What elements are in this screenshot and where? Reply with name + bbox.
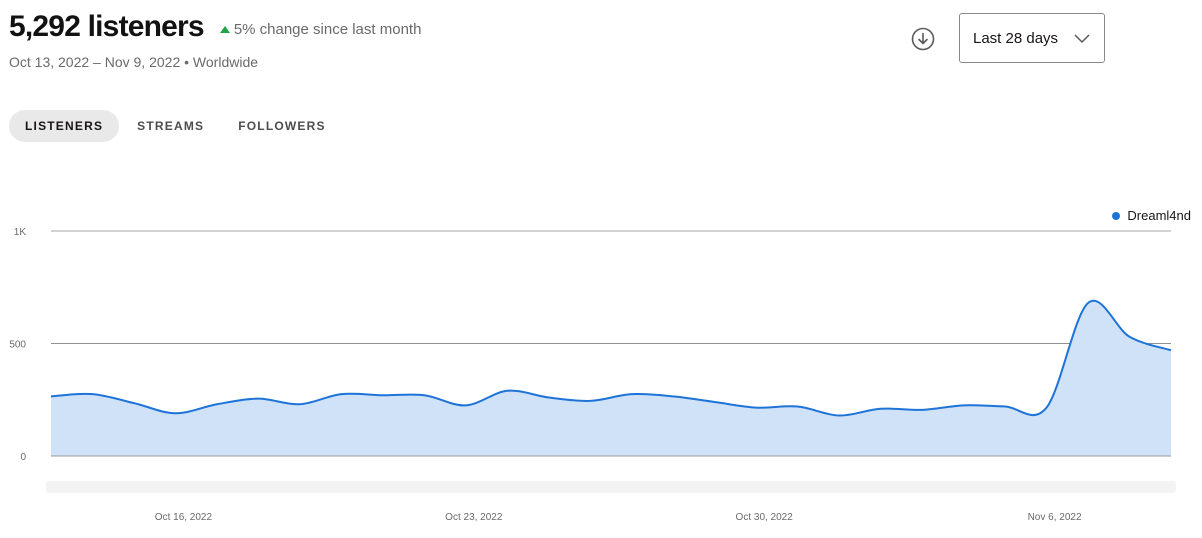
- download-icon: [911, 27, 935, 51]
- date-region-line: Oct 13, 2022 – Nov 9, 2022 • Worldwide: [9, 54, 421, 70]
- date-range: Oct 13, 2022 – Nov 9, 2022: [9, 54, 181, 70]
- x-tick-label: Oct 30, 2022: [736, 512, 794, 523]
- y-tick-label: 0: [20, 452, 26, 463]
- metric-tabs: LISTENERS STREAMS FOLLOWERS: [9, 110, 344, 142]
- tab-listeners[interactable]: LISTENERS: [9, 110, 120, 142]
- listener-count: 5,292 listeners: [9, 10, 205, 43]
- change-indicator: 5% change since last month: [219, 21, 422, 38]
- tab-streams[interactable]: STREAMS: [121, 110, 220, 142]
- x-tick-label: Oct 23, 2022: [445, 512, 503, 523]
- chart-scroll-track: [46, 481, 1176, 493]
- series-line: [50, 299, 1172, 417]
- region: Worldwide: [192, 54, 259, 70]
- date-range-select[interactable]: Last 28 days: [959, 13, 1105, 63]
- y-tick-label: 1K: [14, 227, 27, 238]
- headline: 5,292 listeners 5% change since last mon…: [9, 10, 421, 44]
- date-range-select-label: Last 28 days: [973, 29, 1059, 47]
- download-button[interactable]: [911, 27, 935, 51]
- summary-header: 5,292 listeners 5% change since last mon…: [9, 10, 421, 70]
- tab-followers[interactable]: FOLLOWERS: [222, 110, 341, 142]
- y-tick-label: 500: [9, 340, 26, 351]
- change-text: 5% change since last month: [233, 21, 422, 38]
- chevron-down-icon: [1074, 34, 1090, 44]
- separator-dot: •: [184, 54, 190, 70]
- x-tick-label: Oct 16, 2022: [155, 512, 213, 523]
- x-tick-label: Nov 6, 2022: [1028, 512, 1082, 523]
- triangle-up-icon: [219, 26, 230, 33]
- listeners-chart: 0 500 1K Oct 16, 2022 Oct 23, 2022 Oct 30, 20…: [9, 227, 1176, 523]
- series-area: [51, 300, 1171, 456]
